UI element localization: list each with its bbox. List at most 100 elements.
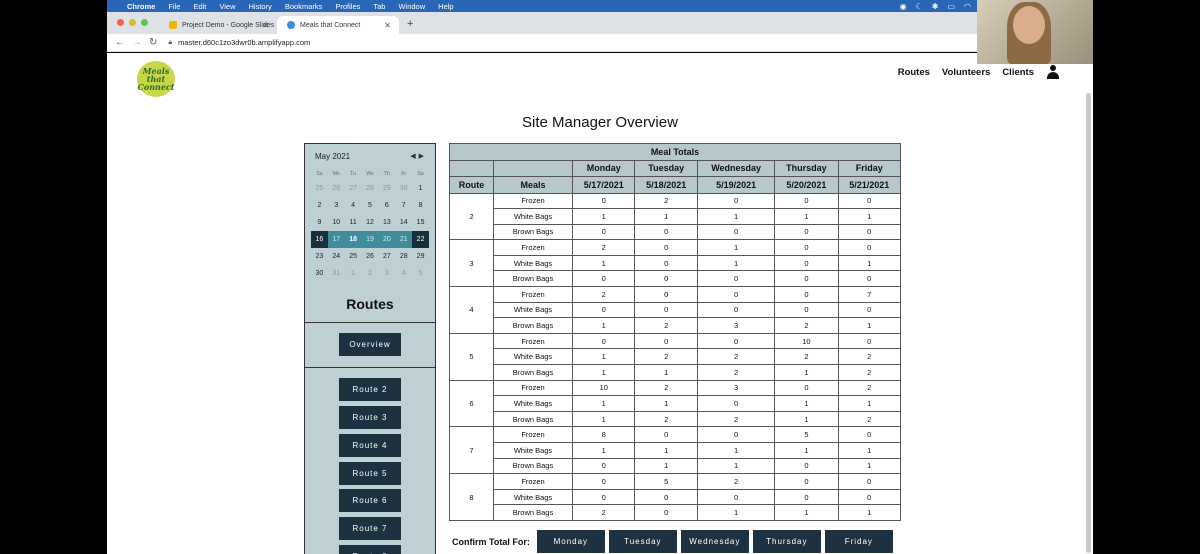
calendar-day[interactable]: 15 <box>412 214 429 231</box>
calendar-day[interactable]: 17 <box>327 231 345 248</box>
menu-history[interactable]: History <box>249 2 272 11</box>
calendar-day[interactable]: 12 <box>362 214 379 231</box>
calendar-day[interactable]: 3 <box>378 265 395 282</box>
calendar-day[interactable]: 30 <box>395 180 412 197</box>
route-2-button[interactable]: Route 2 <box>339 378 401 401</box>
calendar-day[interactable]: 4 <box>395 265 412 282</box>
calendar-day[interactable]: 5 <box>412 265 429 282</box>
calendar-day[interactable]: 25 <box>311 180 328 197</box>
confirm-thursday-button[interactable]: Thursday <box>752 530 821 553</box>
meal-type-cell: Frozen <box>493 426 573 443</box>
user-profile-icon[interactable] <box>1046 65 1060 79</box>
back-icon[interactable]: ← <box>115 37 125 48</box>
close-tab-icon[interactable]: ✕ <box>384 21 391 30</box>
confirm-friday-button[interactable]: Friday <box>824 530 893 553</box>
menu-profiles[interactable]: Profiles <box>335 2 360 11</box>
meal-count-cell: 7 <box>837 286 901 303</box>
calendar-day[interactable]: 14 <box>395 214 412 231</box>
calendar-day[interactable]: 13 <box>378 214 395 231</box>
calendar-day[interactable]: 5 <box>362 197 379 214</box>
meal-count-cell: 0 <box>571 301 636 319</box>
calendar-day[interactable]: 18 <box>344 231 362 248</box>
date-header: 5/20/2021 <box>774 176 839 194</box>
calendar-day[interactable]: 20 <box>378 231 396 248</box>
route-3-button[interactable]: Route 3 <box>339 406 401 429</box>
sync-icon[interactable]: ◉ <box>900 2 907 11</box>
calendar-day[interactable]: 28 <box>362 180 379 197</box>
calendar-day[interactable]: 6 <box>378 197 395 214</box>
calendar-day[interactable]: 26 <box>328 180 345 197</box>
nav-clients-link[interactable]: Clients <box>1002 67 1034 78</box>
moon-icon[interactable]: ☾ <box>916 2 923 11</box>
bluetooth-icon[interactable]: ✱ <box>932 2 939 11</box>
calendar-day[interactable]: 3 <box>328 197 345 214</box>
calendar-day[interactable]: 10 <box>328 214 345 231</box>
calendar-day[interactable]: 24 <box>328 248 345 265</box>
calendar-day[interactable]: 30 <box>311 265 328 282</box>
calendar-day[interactable]: 1 <box>345 265 362 282</box>
tab-google-slides[interactable]: Project Demo - Google Slides ✕ <box>159 16 277 34</box>
menu-file[interactable]: File <box>168 2 180 11</box>
calendar-day[interactable]: 8 <box>412 197 429 214</box>
calendar-day[interactable]: 21 <box>395 231 413 248</box>
calendar-day[interactable]: 22 <box>412 231 429 248</box>
wifi-icon[interactable]: ◠ <box>964 2 971 11</box>
menu-view[interactable]: View <box>219 2 235 11</box>
menu-chrome[interactable]: Chrome <box>127 2 155 11</box>
nav-volunteers-link[interactable]: Volunteers <box>942 67 990 78</box>
route-number-cell: 5 <box>449 332 494 381</box>
calendar-day[interactable]: 25 <box>345 248 362 265</box>
meal-type-cell: White Bags <box>493 254 573 272</box>
new-tab-icon[interactable]: + <box>407 18 413 30</box>
route-5-button[interactable]: Route 5 <box>339 462 401 485</box>
overview-button[interactable]: Overview <box>339 333 401 356</box>
meal-count-cell: 5 <box>774 426 839 443</box>
battery-icon[interactable]: ▭ <box>947 2 955 11</box>
nav-routes-link[interactable]: Routes <box>898 67 930 78</box>
close-window-icon[interactable] <box>117 19 124 26</box>
address-bar[interactable]: master.d60c1zo3dwr0b.amplifyapp.com <box>178 38 310 47</box>
calendar-day[interactable]: 27 <box>345 180 362 197</box>
menu-edit[interactable]: Edit <box>193 2 206 11</box>
calendar-day[interactable]: 11 <box>345 214 362 231</box>
page-scrollbar[interactable] <box>1086 93 1091 553</box>
calendar-day[interactable]: 28 <box>395 248 412 265</box>
route-8-button[interactable]: Route 8 <box>339 545 401 554</box>
meals-that-connect-logo[interactable]: Meals that Connect <box>137 61 175 97</box>
calendar-day[interactable]: 26 <box>362 248 379 265</box>
calendar-day[interactable]: 9 <box>311 214 328 231</box>
route-6-button[interactable]: Route 6 <box>339 489 401 512</box>
lock-icon[interactable]: 🔒︎ <box>168 39 172 47</box>
calendar-day[interactable]: 19 <box>361 231 379 248</box>
calendar-day[interactable]: 29 <box>412 248 429 265</box>
confirm-wednesday-button[interactable]: Wednesday <box>680 530 749 553</box>
calendar-day[interactable]: 27 <box>378 248 395 265</box>
close-tab-icon[interactable]: ✕ <box>262 21 269 30</box>
prev-month-icon[interactable]: ◀ <box>410 153 418 160</box>
forward-icon[interactable]: → <box>132 37 142 48</box>
menu-window[interactable]: Window <box>398 2 425 11</box>
tab-meals-that-connect[interactable]: Meals that Connect ✕ <box>277 16 399 34</box>
reload-icon[interactable]: ↻ <box>149 37 157 48</box>
route-7-button[interactable]: Route 7 <box>339 517 401 540</box>
calendar-day[interactable]: 16 <box>311 231 328 248</box>
next-month-icon[interactable]: ▶ <box>419 153 427 160</box>
calendar-day[interactable]: 7 <box>395 197 412 214</box>
calendar-day[interactable]: 4 <box>345 197 362 214</box>
meal-table-body: 2 Frozen 0 2 0 0 0 White Bags 1 1 1 1 1 Brown Bags 0 0 0… <box>449 192 901 521</box>
confirm-monday-button[interactable]: Monday <box>536 530 605 553</box>
calendar-day[interactable]: 31 <box>328 265 345 282</box>
minimize-window-icon[interactable] <box>129 19 136 26</box>
maximize-window-icon[interactable] <box>141 19 148 26</box>
meal-count-cell: 5 <box>634 473 698 490</box>
confirm-tuesday-button[interactable]: Tuesday <box>608 530 677 553</box>
calendar-day[interactable]: 2 <box>362 265 379 282</box>
calendar-day[interactable]: 1 <box>412 180 429 197</box>
menu-help[interactable]: Help <box>438 2 453 11</box>
menu-bookmarks[interactable]: Bookmarks <box>285 2 323 11</box>
calendar-day[interactable]: 2 <box>311 197 328 214</box>
route-4-button[interactable]: Route 4 <box>339 434 401 457</box>
calendar-day[interactable]: 23 <box>311 248 328 265</box>
calendar-day[interactable]: 29 <box>378 180 395 197</box>
menu-tab[interactable]: Tab <box>373 2 385 11</box>
